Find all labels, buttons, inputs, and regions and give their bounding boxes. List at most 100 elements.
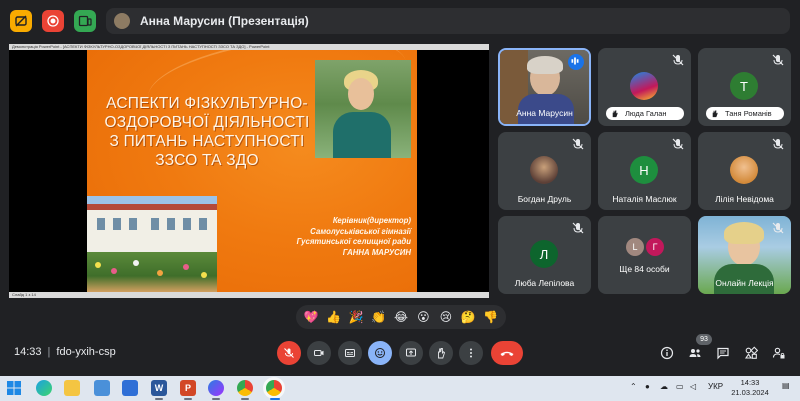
participant-name: Онлайн Лекція: [715, 278, 774, 288]
tray-onedrive-icon[interactable]: ☁: [660, 382, 668, 391]
taskbar-clock[interactable]: 14:33 21.03.2024: [730, 378, 770, 398]
captions-off-icon: [15, 15, 27, 27]
reaction-clap[interactable]: 👏: [370, 308, 388, 326]
activities-icon: [744, 346, 758, 359]
tray-language[interactable]: УКР: [708, 382, 723, 391]
participant-name: Богдан Друль: [517, 194, 572, 204]
reaction-thumbs-down[interactable]: 👎: [482, 308, 500, 326]
messenger-icon[interactable]: [208, 380, 224, 396]
raised-hand-badge: Люда Галан: [606, 107, 684, 120]
people-icon: [689, 349, 701, 357]
participant-avatar: Г: [646, 238, 664, 256]
leave-call-button[interactable]: [491, 341, 523, 365]
reaction-party[interactable]: 🎉: [347, 308, 365, 326]
participant-avatar: [530, 156, 558, 184]
slide: Аспекти фізкультурно- оздоровчої діяльно…: [87, 50, 417, 292]
present-icon: [406, 348, 416, 357]
mic-off-icon: [284, 348, 294, 358]
mic-off-icon: [771, 221, 785, 235]
author-line: ГАННА МАРУСИН: [342, 247, 411, 257]
present-screen-icon: [78, 15, 92, 27]
participant-tile[interactable]: Люда Галан: [598, 48, 691, 126]
mic-off-icon: [671, 137, 685, 151]
tray-volume-icon[interactable]: ◁: [690, 382, 696, 391]
slide-author: Керівник(директор) Самолуськівської гімн…: [237, 216, 411, 258]
participant-avatar: Т: [730, 72, 758, 100]
microphone-button[interactable]: [277, 341, 301, 365]
reaction-sad[interactable]: 😢: [437, 308, 455, 326]
heading-line: оздоровчої діяльності: [104, 114, 310, 131]
author-line: Керівник(директор): [332, 216, 411, 225]
file-explorer-icon[interactable]: [64, 380, 80, 396]
meeting-details-button[interactable]: [658, 344, 676, 362]
mic-off-icon: [571, 221, 585, 235]
participant-avatar: Н: [630, 156, 658, 184]
captions-icon: [345, 349, 355, 357]
tray-mic-icon[interactable]: ●: [645, 382, 650, 391]
author-line: Гусятинської селищної ради: [296, 237, 411, 246]
mic-off-icon: [771, 53, 785, 67]
clock-time: 14:33: [740, 378, 760, 387]
raised-hand-icon: [612, 110, 618, 118]
reaction-laugh[interactable]: 😂: [392, 308, 410, 326]
windows-taskbar: W P ⌃ ● ☁ ▭ ◁ УКР 14:33 21.03.2024 ▤: [0, 376, 800, 401]
edge-icon[interactable]: [36, 380, 52, 396]
recording-button[interactable]: [42, 10, 64, 32]
host-controls-button[interactable]: [770, 344, 788, 362]
tray-chevron-icon[interactable]: ⌃: [630, 382, 637, 391]
more-participants-tile[interactable]: L Г Ще 84 особи: [598, 216, 691, 294]
participant-tile[interactable]: Т Таня Романів: [698, 48, 791, 126]
present-now-button[interactable]: [399, 341, 423, 365]
captions-off-button[interactable]: [10, 10, 32, 32]
participant-tile[interactable]: Богдан Друль: [498, 132, 591, 210]
mail-icon[interactable]: [122, 380, 138, 396]
reactions-button[interactable]: [368, 341, 392, 365]
chrome-meet-icon[interactable]: [266, 380, 282, 396]
reactions-bar: 💖 👍 🎉 👏 😂 😮 😢 🤔 👎: [296, 305, 506, 329]
word-icon[interactable]: W: [151, 380, 167, 396]
reaction-thinking[interactable]: 🤔: [459, 308, 477, 326]
raise-hand-button[interactable]: [429, 341, 453, 365]
participant-avatar: [730, 156, 758, 184]
heading-line: з питань наступності: [109, 133, 305, 150]
reaction-surprised[interactable]: 😮: [414, 308, 432, 326]
top-bar: Анна Марусин (Презентація): [0, 0, 800, 44]
store-icon[interactable]: [94, 380, 110, 396]
presenter-avatar: [114, 13, 130, 29]
chrome-icon[interactable]: [237, 380, 253, 396]
participant-avatar: Л: [530, 240, 558, 268]
participant-tile[interactable]: Анна Марусин: [498, 48, 591, 126]
tray-battery-icon[interactable]: ▭: [676, 382, 684, 391]
more-vert-icon: [470, 348, 472, 358]
participant-tile[interactable]: Л Люба Лепілова: [498, 216, 591, 294]
reaction-thumbs-up[interactable]: 👍: [325, 308, 343, 326]
author-photo: [315, 60, 411, 158]
participant-tile[interactable]: Лілія Невідома: [698, 132, 791, 210]
notifications-icon[interactable]: ▤: [782, 381, 790, 390]
divider: |: [47, 346, 51, 358]
camera-icon: [314, 350, 324, 356]
activities-button[interactable]: [742, 344, 760, 362]
camera-button[interactable]: [307, 341, 331, 365]
presentation-title-bar[interactable]: Анна Марусин (Презентація): [106, 8, 790, 34]
reaction-heart[interactable]: 💖: [302, 308, 320, 326]
participant-avatar: L: [626, 238, 644, 256]
info-icon: [660, 346, 674, 360]
clock-date: 21.03.2024: [731, 388, 769, 397]
chat-button[interactable]: [714, 344, 732, 362]
participant-tile[interactable]: Онлайн Лекція: [698, 216, 791, 294]
captions-button[interactable]: [338, 341, 362, 365]
slide-heading: Аспекти фізкультурно- оздоровчої діяльно…: [97, 94, 317, 170]
meeting-code: fdo-yxih-csp: [56, 346, 116, 358]
more-options-button[interactable]: [459, 341, 483, 365]
companion-button[interactable]: [74, 10, 96, 32]
presentation-title: Анна Марусин (Презентація): [140, 14, 309, 28]
participant-tile[interactable]: Н Наталія Маслюк: [598, 132, 691, 210]
people-button[interactable]: [686, 344, 704, 362]
mic-off-icon: [771, 137, 785, 151]
emoji-icon: [375, 348, 385, 358]
start-icon[interactable]: [6, 380, 22, 396]
presentation-view[interactable]: Демонстрація PowerPoint - [АСПЕКТИ ФІЗКУ…: [9, 44, 489, 298]
author-line: Самолуськівської гімназії: [310, 226, 411, 236]
powerpoint-icon[interactable]: P: [180, 380, 196, 396]
